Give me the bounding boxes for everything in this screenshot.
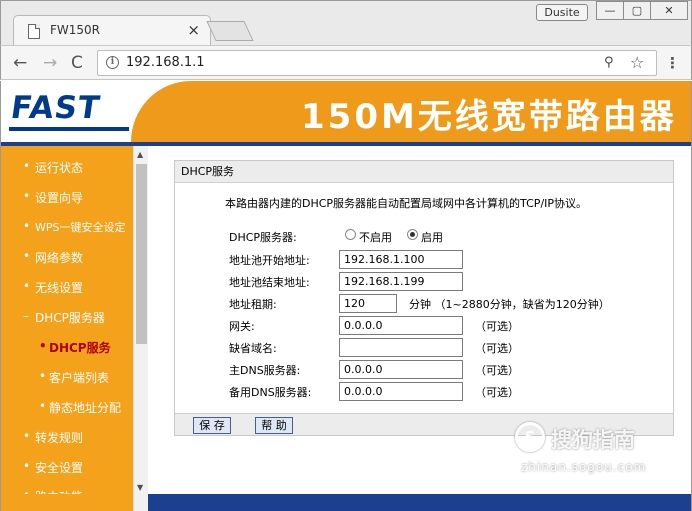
bullet-icon: • bbox=[23, 249, 31, 263]
bullet-icon: • bbox=[39, 399, 47, 413]
sidebar-item-wireless[interactable]: • 无线设置 bbox=[1, 279, 133, 309]
dns1-label: 主DNS服务器: bbox=[229, 364, 301, 377]
back-button[interactable]: ← bbox=[13, 53, 27, 73]
close-window-button[interactable]: ✕ bbox=[650, 1, 688, 20]
browser-toolbar: ← → C i 192.168.1.1 ⚲ ☆ ⋮ bbox=[0, 45, 692, 80]
bullet-icon: • bbox=[23, 279, 31, 293]
pool-start-input[interactable]: 192.168.1.100 bbox=[339, 250, 463, 269]
browser-tab[interactable]: FW150R × bbox=[13, 15, 211, 47]
sidebar-item-label: DHCP服务器 bbox=[35, 311, 105, 325]
user-profile-button[interactable]: Dusite bbox=[536, 4, 588, 21]
panel-title: DHCP服务 bbox=[175, 161, 673, 183]
sidebar-footer bbox=[1, 494, 133, 511]
gateway-label: 网关: bbox=[229, 320, 255, 333]
new-tab-button[interactable] bbox=[206, 21, 254, 41]
browser-menu-icon[interactable]: ⋮ bbox=[665, 54, 680, 72]
panel-description: 本路由器内建的DHCP服务器能自动配置局域网中各计算机的TCP/IP协议。 bbox=[225, 197, 588, 210]
sidebar-item-label: WPS一键安全设定 bbox=[35, 221, 126, 234]
help-button[interactable]: 帮 助 bbox=[255, 417, 293, 434]
lease-label: 地址租期: bbox=[229, 298, 277, 311]
sidebar-item-wps[interactable]: • WPS一键安全设定 bbox=[1, 219, 133, 249]
footer-strip bbox=[148, 494, 691, 511]
pool-end-input[interactable]: 192.168.1.199 bbox=[339, 272, 463, 291]
sidebar-item-label: 运行状态 bbox=[35, 161, 84, 175]
sogou-logo-icon: S bbox=[515, 422, 545, 452]
sogou-watermark: S 搜狗指南 zhinan.sogou.com bbox=[515, 420, 685, 490]
optional-note: （可选） bbox=[475, 386, 519, 399]
dhcp-server-label: DHCP服务器: bbox=[229, 231, 297, 244]
bullet-icon: • bbox=[23, 189, 31, 203]
optional-note: （可选） bbox=[475, 342, 519, 355]
tab-title: FW150R bbox=[50, 23, 101, 37]
dhcp-enable-label: 启用 bbox=[421, 231, 443, 244]
optional-note: （可选） bbox=[475, 364, 519, 377]
sidebar-item-label: DHCP服务 bbox=[49, 341, 111, 355]
domain-label: 缺省域名: bbox=[229, 342, 277, 355]
browser-titlebar: FW150R × Dusite — ▢ ✕ bbox=[0, 0, 692, 47]
sidebar-item-forwarding[interactable]: • 转发规则 bbox=[1, 429, 133, 459]
sidebar-menu: • 运行状态 • 设置向导 • WPS一键安全设定 • 网络参数 • 无线设置 … bbox=[1, 146, 133, 511]
sidebar-item-status[interactable]: • 运行状态 bbox=[1, 159, 133, 189]
banner-title: 150M无线宽带路由器 bbox=[301, 97, 677, 137]
scroll-down-icon[interactable]: ▼ bbox=[137, 483, 143, 492]
sidebar-item-label: 静态地址分配 bbox=[49, 401, 122, 415]
sidebar-item-label: 转发规则 bbox=[35, 431, 84, 445]
page-icon bbox=[28, 24, 40, 39]
url-text[interactable]: 192.168.1.1 bbox=[126, 55, 205, 70]
domain-input[interactable] bbox=[339, 338, 463, 357]
sidebar-item-security[interactable]: • 安全设置 bbox=[1, 459, 133, 489]
fast-logo: FAST bbox=[8, 90, 103, 126]
bullet-icon: • bbox=[23, 459, 31, 473]
pool-start-label: 地址池开始地址: bbox=[229, 254, 310, 267]
scroll-thumb[interactable] bbox=[136, 164, 147, 344]
dns1-input[interactable]: 0.0.0.0 bbox=[339, 360, 463, 379]
save-button[interactable]: 保 存 bbox=[193, 417, 231, 434]
logo-underline bbox=[9, 127, 129, 131]
collapse-icon: – bbox=[23, 309, 29, 323]
key-icon[interactable]: ⚲ bbox=[604, 55, 614, 70]
sidebar-item-dhcp-service[interactable]: • DHCP服务 bbox=[1, 339, 133, 369]
dns2-input[interactable]: 0.0.0.0 bbox=[339, 382, 463, 401]
sidebar-item-label: 无线设置 bbox=[35, 281, 84, 295]
watermark-text: 搜狗指南 bbox=[551, 428, 635, 452]
lease-note: 分钟 （1~2880分钟，缺省为120分钟） bbox=[409, 298, 610, 311]
lease-input[interactable]: 120 bbox=[339, 294, 397, 313]
dhcp-enable-radio[interactable] bbox=[407, 229, 418, 240]
sidebar-item-label: 安全设置 bbox=[35, 461, 84, 475]
bullet-icon: • bbox=[23, 219, 31, 233]
bullet-icon: • bbox=[23, 159, 31, 173]
pool-end-label: 地址池结束地址: bbox=[229, 276, 310, 289]
bookmark-star-icon[interactable]: ☆ bbox=[630, 53, 644, 72]
sidebar-item-wizard[interactable]: • 设置向导 bbox=[1, 189, 133, 219]
maximize-button[interactable]: ▢ bbox=[623, 1, 651, 20]
sidebar-item-label: 设置向导 bbox=[35, 191, 84, 205]
reload-button[interactable]: C bbox=[71, 53, 83, 73]
dhcp-panel: DHCP服务 本路由器内建的DHCP服务器能自动配置局域网中各计算机的TCP/I… bbox=[174, 160, 674, 436]
dns2-label: 备用DNS服务器: bbox=[229, 386, 312, 399]
address-bar[interactable]: i 192.168.1.1 ⚲ ☆ bbox=[97, 50, 657, 76]
watermark-url: zhinan.sogou.com bbox=[521, 460, 647, 474]
minimize-button[interactable]: — bbox=[596, 1, 624, 20]
forward-button[interactable]: → bbox=[43, 53, 57, 73]
sidebar-item-label: 网络参数 bbox=[35, 251, 84, 265]
header-banner: FAST 150M无线宽带路由器 bbox=[1, 81, 691, 142]
dhcp-disable-label: 不启用 bbox=[359, 231, 392, 244]
sidebar-item-network[interactable]: • 网络参数 bbox=[1, 249, 133, 279]
scroll-up-icon[interactable]: ▲ bbox=[137, 150, 143, 159]
bullet-icon: • bbox=[23, 429, 31, 443]
bullet-icon: • bbox=[39, 369, 47, 383]
sidebar-item-static-address[interactable]: • 静态地址分配 bbox=[1, 399, 133, 429]
sidebar-item-label: 客户端列表 bbox=[49, 371, 110, 385]
sidebar-item-dhcp-server[interactable]: – DHCP服务器 bbox=[1, 309, 133, 339]
dhcp-disable-radio[interactable] bbox=[345, 229, 356, 240]
tab-close-icon[interactable]: × bbox=[187, 21, 200, 39]
bullet-icon: • bbox=[39, 339, 47, 353]
optional-note: （可选） bbox=[475, 320, 519, 333]
gateway-input[interactable]: 0.0.0.0 bbox=[339, 316, 463, 335]
sidebar-scrollbar[interactable]: ▲ ▼ bbox=[133, 146, 148, 511]
info-icon[interactable]: i bbox=[106, 56, 119, 69]
sidebar-item-client-list[interactable]: • 客户端列表 bbox=[1, 369, 133, 399]
